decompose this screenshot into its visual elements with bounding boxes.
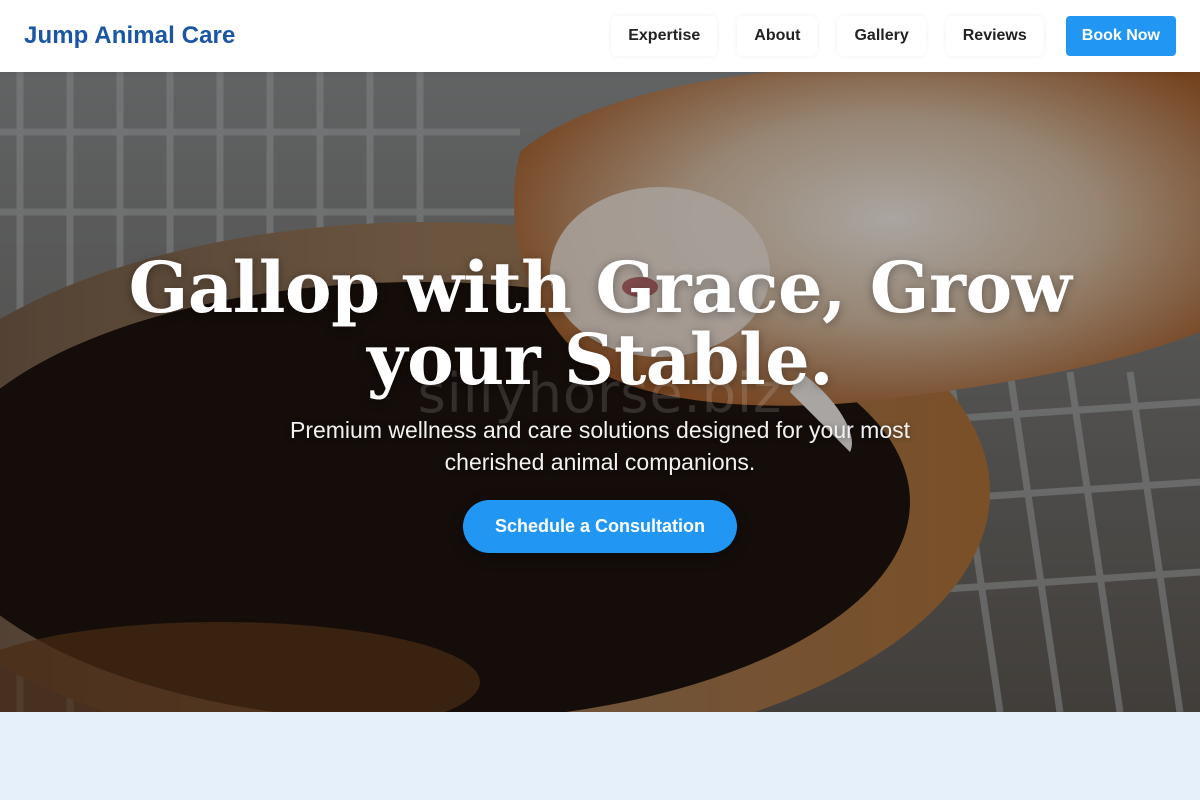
nav-link-about[interactable]: About xyxy=(737,16,818,56)
nav-link-reviews[interactable]: Reviews xyxy=(945,16,1044,56)
book-now-button[interactable]: Book Now xyxy=(1065,16,1176,56)
main-nav: Expertise About Gallery Reviews xyxy=(611,16,1044,56)
hero-content: Gallop with Grace, Grow your Stable. Pre… xyxy=(0,252,1200,553)
nav-link-expertise[interactable]: Expertise xyxy=(611,16,718,56)
hero-title: Gallop with Grace, Grow your Stable. xyxy=(128,246,1072,401)
nav-link-gallery[interactable]: Gallery xyxy=(837,16,926,56)
site-header: Jump Animal Care Expertise About Gallery… xyxy=(0,0,1200,72)
next-section xyxy=(0,712,1200,800)
brand-logo[interactable]: Jump Animal Care xyxy=(24,22,235,50)
hero-subtitle: Premium wellness and care solutions desi… xyxy=(289,417,910,475)
hero-section: sillyhorse.biz Gallop with Grace, Grow y… xyxy=(0,72,1200,712)
schedule-consultation-button[interactable]: Schedule a Consultation xyxy=(462,500,738,553)
